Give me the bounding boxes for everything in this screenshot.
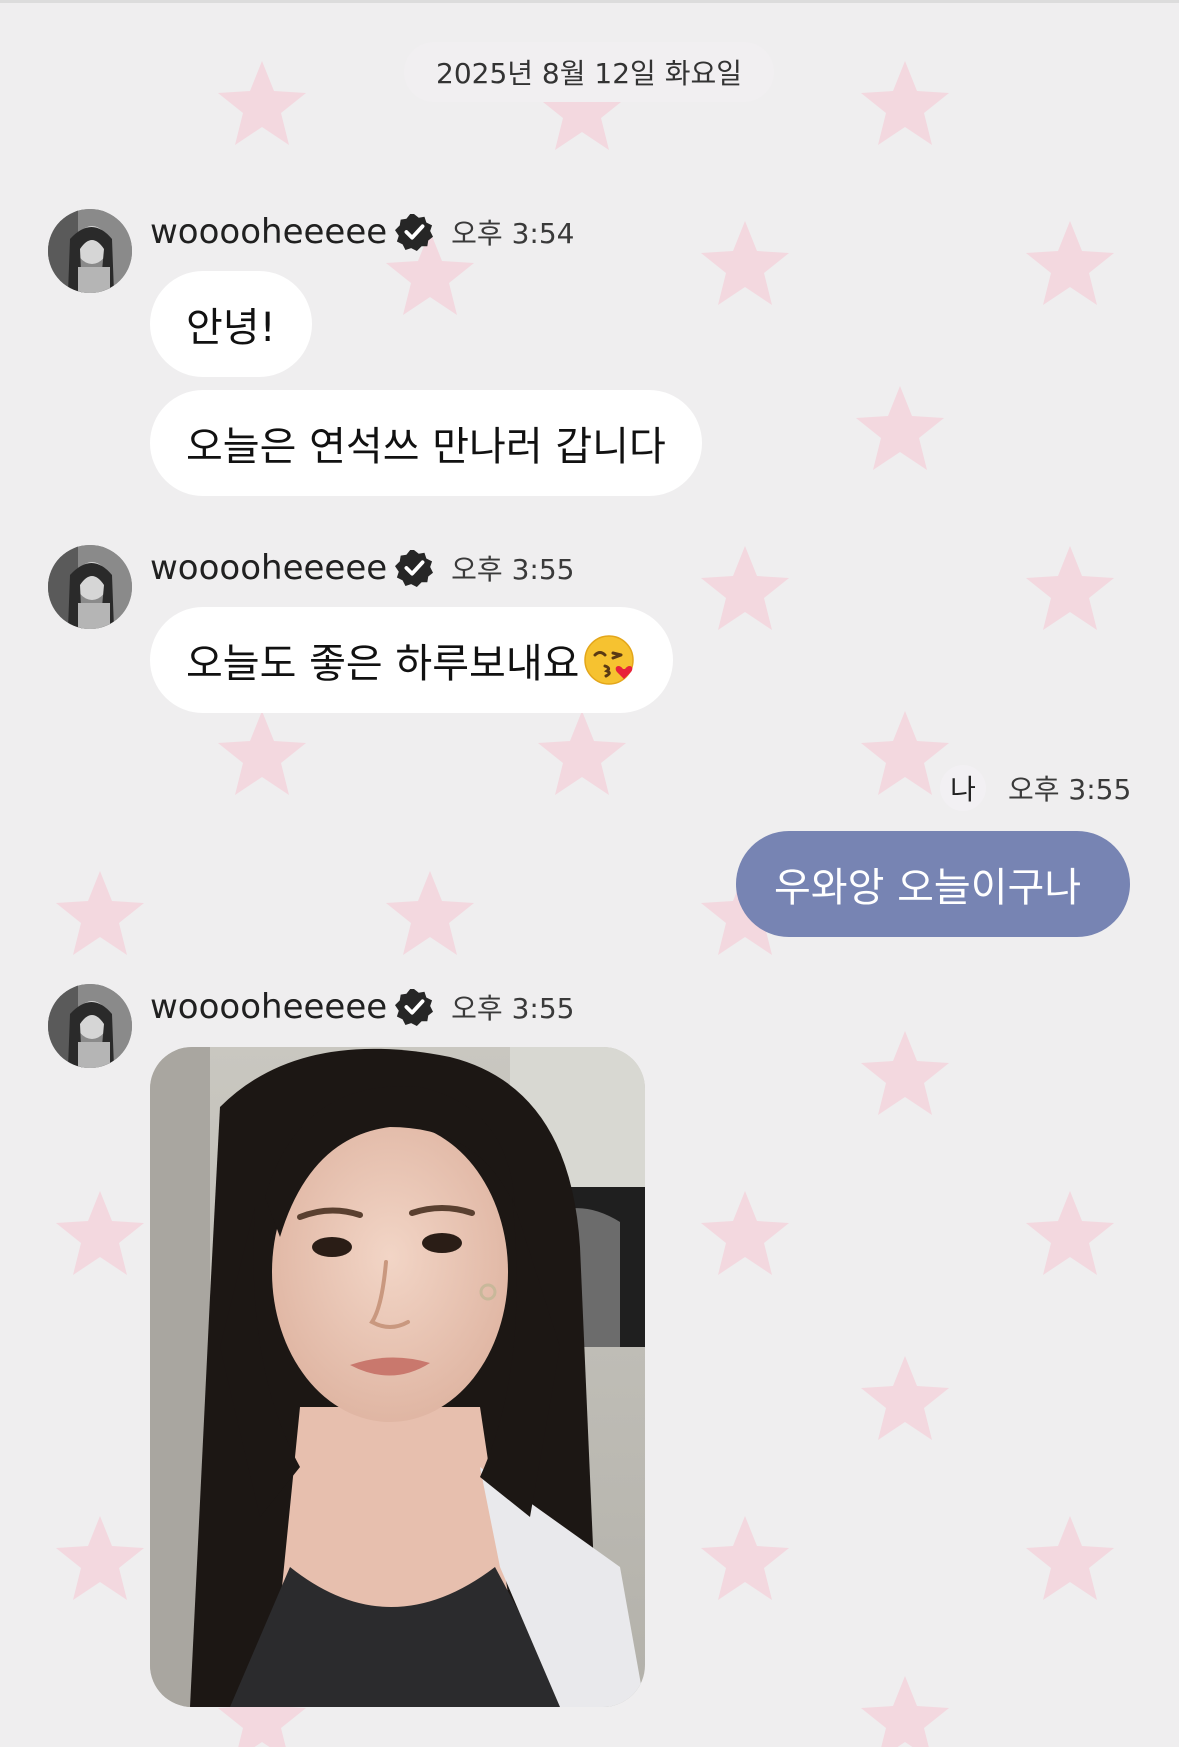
verified-badge-icon	[395, 549, 434, 587]
sender-name[interactable]: wooooheeeee	[150, 987, 387, 1027]
incoming-message-bubble[interactable]: 안녕!	[150, 271, 312, 377]
sender-avatar[interactable]	[48, 209, 132, 293]
message-time: 오후 3:55	[451, 553, 575, 586]
incoming-message-bubble[interactable]: 오늘도 좋은 하루보내요	[150, 607, 674, 713]
kissing-face-with-heart-emoji-icon	[584, 635, 635, 685]
sender-avatar[interactable]	[48, 545, 132, 629]
sender-name[interactable]: wooooheeeee	[150, 548, 387, 588]
me-label: 나	[940, 765, 986, 811]
incoming-message-bubble[interactable]: 오늘은 연석쓰 만나러 갑니다	[150, 390, 702, 496]
sender-name[interactable]: wooooheeeee	[150, 212, 387, 252]
avatar-photo	[48, 209, 132, 293]
message-time: 오후 3:54	[451, 217, 575, 250]
message-header: wooooheeeee 오후 3:55	[150, 546, 574, 590]
message-text: 오늘도 좋은 하루보내요	[186, 641, 580, 687]
outgoing-message-header: 나 오후 3:55	[940, 765, 1132, 811]
date-header: 2025년 8월 12일 화요일	[404, 42, 774, 102]
avatar-photo	[48, 984, 132, 1068]
outgoing-message-bubble[interactable]: 우와앙 오늘이구나	[736, 831, 1130, 937]
message-header: wooooheeeee 오후 3:55	[150, 985, 574, 1029]
message-time: 오후 3:55	[451, 992, 575, 1025]
verified-badge-icon	[395, 213, 434, 251]
message-header: wooooheeeee 오후 3:54	[150, 210, 574, 254]
sender-avatar[interactable]	[48, 984, 132, 1068]
selfie-photo	[150, 1047, 645, 1707]
verified-badge-icon	[395, 988, 434, 1026]
message-time: 오후 3:55	[1008, 773, 1132, 806]
photo-attachment[interactable]	[150, 1047, 645, 1707]
avatar-photo	[48, 545, 132, 629]
